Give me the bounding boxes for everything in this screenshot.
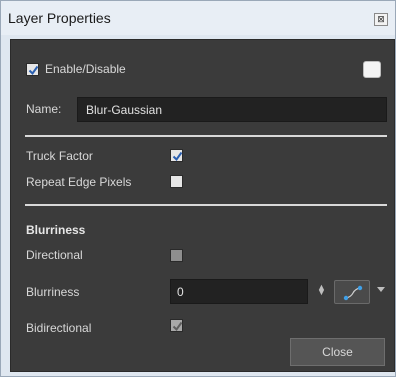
close-button[interactable]: Close [290, 338, 385, 366]
window-title: Layer Properties [8, 10, 111, 26]
divider-middle [25, 204, 387, 206]
chevron-down-icon[interactable] [377, 287, 385, 292]
layer-properties-window: Layer Properties ⊠ Enable/Disable Name: … [0, 0, 396, 377]
blurriness-heading: Blurriness [26, 223, 86, 237]
directional-checkbox[interactable] [170, 249, 183, 262]
repeat-edge-pixels-label: Repeat Edge Pixels [26, 175, 132, 189]
enable-disable-label: Enable/Disable [45, 62, 126, 76]
repeat-edge-pixels-checkbox[interactable] [170, 175, 183, 188]
title-bar[interactable]: Layer Properties ⊠ [1, 1, 395, 35]
truck-factor-checkbox[interactable] [170, 149, 183, 162]
enable-toggle-swatch[interactable] [363, 61, 381, 78]
bidirectional-label: Bidirectional [26, 321, 92, 335]
bidirectional-checkbox [170, 319, 183, 332]
directional-label: Directional [26, 248, 83, 262]
name-field[interactable]: Blur-Gaussian [77, 97, 387, 122]
name-label: Name: [26, 102, 62, 116]
blurriness-input[interactable]: 0 [170, 279, 308, 304]
divider-top [25, 135, 387, 137]
spin-arrows-icon[interactable]: ▲ ▼ [317, 283, 326, 297]
function-curve-icon [343, 285, 363, 301]
truck-factor-label: Truck Factor [26, 149, 93, 163]
enable-disable-checkbox[interactable] [26, 63, 39, 76]
blurriness-label: Blurriness [26, 285, 80, 299]
function-curve-button[interactable] [334, 280, 370, 304]
window-close-icon[interactable]: ⊠ [374, 13, 388, 26]
